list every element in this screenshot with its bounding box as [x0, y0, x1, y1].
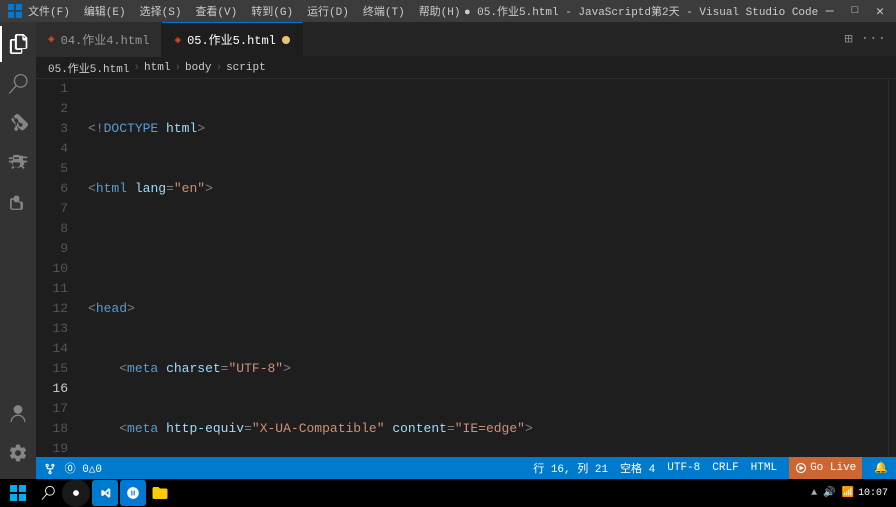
activity-extensions[interactable]	[0, 186, 36, 222]
git-branch-status[interactable]: ⓪ 0△0	[44, 460, 102, 476]
line-1: <!DOCTYPE html>	[84, 119, 888, 139]
tab-actions: ⊞ ···	[842, 29, 896, 50]
window-controls: ─ □ ✕	[822, 4, 888, 19]
windows-icon	[10, 485, 26, 501]
tab-file2[interactable]: ◈ 05.作业5.html	[162, 22, 302, 57]
line-ending-status[interactable]: CRLF	[712, 462, 738, 474]
activity-explorer[interactable]	[0, 26, 36, 62]
tab-bar: ◈ 04.作业4.html ◈ 05.作业5.html ⊞ ···	[36, 22, 896, 57]
error-count: ⓪ 0△0	[65, 464, 102, 476]
start-button[interactable]	[4, 479, 32, 507]
taskbar-explorer-app[interactable]	[148, 481, 172, 505]
search-icon	[8, 74, 28, 94]
menu-help[interactable]: 帮助(H)	[419, 3, 461, 19]
status-bar: ⓪ 0△0 行 16, 列 21 空格 4 UTF-8 CRLF HTML Go…	[36, 457, 896, 479]
taskbar: ▲ 🔊 📶 10:07	[0, 479, 896, 507]
line-3	[84, 239, 888, 259]
main-container: ◈ 04.作业4.html ◈ 05.作业5.html ⊞ ··· 05.作业5…	[0, 22, 896, 479]
activity-bottom	[0, 395, 36, 479]
window-title: ● 05.作业5.html - JavaScriptd第2天 - Visual …	[461, 3, 822, 19]
breadcrumb-body[interactable]: body	[185, 62, 211, 74]
menu-file[interactable]: 文件(F)	[28, 3, 70, 19]
taskbar-pinned-apps	[36, 479, 172, 507]
activity-settings[interactable]	[0, 435, 36, 471]
app-icon	[8, 4, 22, 18]
html-icon: ◈	[48, 32, 55, 46]
tab-file1[interactable]: ◈ 04.作业4.html	[36, 22, 162, 57]
menu-edit[interactable]: 编辑(E)	[84, 3, 126, 19]
cursor-position[interactable]: 行 16, 列 21	[533, 460, 608, 476]
more-actions-button[interactable]: ···	[859, 29, 888, 50]
tab-label-2: 05.作业5.html	[187, 31, 276, 48]
menu-run[interactable]: 运行(D)	[307, 3, 349, 19]
activity-account[interactable]	[0, 395, 36, 431]
title-bar: 文件(F) 编辑(E) 选择(S) 查看(V) 转到(G) 运行(D) 终端(T…	[0, 0, 896, 22]
encoding-status[interactable]: UTF-8	[667, 462, 700, 474]
editor-area: ◈ 04.作业4.html ◈ 05.作业5.html ⊞ ··· 05.作业5…	[36, 22, 896, 479]
go-live-button[interactable]: Go Live	[789, 457, 862, 479]
menu-select[interactable]: 选择(S)	[140, 3, 182, 19]
minimize-button[interactable]: ─	[822, 4, 838, 19]
menu-terminal[interactable]: 终端(T)	[363, 3, 405, 19]
line-2: <html lang="en">	[84, 179, 888, 199]
explorer-icon	[9, 34, 29, 54]
taskbar-time: 10:07	[858, 488, 888, 499]
taskbar-edge[interactable]	[120, 480, 146, 506]
settings-icon	[8, 443, 28, 463]
code-editor[interactable]: 1 2 3 4 5 6 7 8 9 10 11 12 13 14 15 16 1…	[36, 79, 896, 457]
html-icon-2: ◈	[174, 33, 181, 47]
maximize-button[interactable]: □	[848, 5, 863, 17]
activity-search[interactable]	[0, 66, 36, 102]
title-bar-left: 文件(F) 编辑(E) 选择(S) 查看(V) 转到(G) 运行(D) 终端(T…	[8, 3, 461, 19]
split-editor-button[interactable]: ⊞	[842, 29, 854, 50]
bell-icon[interactable]: 🔔	[874, 461, 888, 475]
git-icon	[8, 114, 28, 134]
breadcrumb-html[interactable]: html	[144, 62, 170, 74]
activity-debug[interactable]	[0, 146, 36, 182]
close-button[interactable]: ✕	[872, 4, 888, 19]
taskbar-cortana[interactable]	[62, 479, 90, 507]
breadcrumb: 05.作业5.html › html › body › script	[36, 57, 896, 79]
breadcrumb-script[interactable]: script	[226, 62, 266, 74]
extensions-icon	[8, 194, 28, 214]
debug-icon	[8, 154, 28, 174]
taskbar-search[interactable]	[36, 481, 60, 505]
line-4: <head>	[84, 299, 888, 319]
minimap	[888, 79, 896, 457]
account-icon	[8, 403, 28, 423]
breadcrumb-file[interactable]: 05.作业5.html	[48, 60, 129, 76]
unsaved-dot	[282, 36, 290, 44]
menu-bar: 文件(F) 编辑(E) 选择(S) 查看(V) 转到(G) 运行(D) 终端(T…	[28, 3, 461, 19]
code-content[interactable]: <!DOCTYPE html> <html lang="en"> <head> …	[84, 79, 888, 457]
activity-git[interactable]	[0, 106, 36, 142]
line-6: <meta http-equiv="X-UA-Compatible" conte…	[84, 419, 888, 439]
taskbar-tray: ▲ 🔊 📶 10:07	[811, 487, 892, 499]
indent-status[interactable]: 空格 4	[620, 460, 655, 476]
line-5: <meta charset="UTF-8">	[84, 359, 888, 379]
activity-bar	[0, 22, 36, 479]
tab-label-1: 04.作业4.html	[61, 31, 150, 48]
language-mode[interactable]: HTML	[751, 462, 777, 474]
status-left: ⓪ 0△0	[44, 460, 102, 476]
tray-icons: ▲ 🔊 📶	[811, 487, 854, 499]
taskbar-vscode[interactable]	[92, 480, 118, 506]
menu-view[interactable]: 查看(V)	[195, 3, 237, 19]
status-right: 行 16, 列 21 空格 4 UTF-8 CRLF HTML Go Live …	[533, 457, 888, 479]
line-numbers: 1 2 3 4 5 6 7 8 9 10 11 12 13 14 15 16 1…	[36, 79, 84, 457]
menu-goto[interactable]: 转到(G)	[251, 3, 293, 19]
